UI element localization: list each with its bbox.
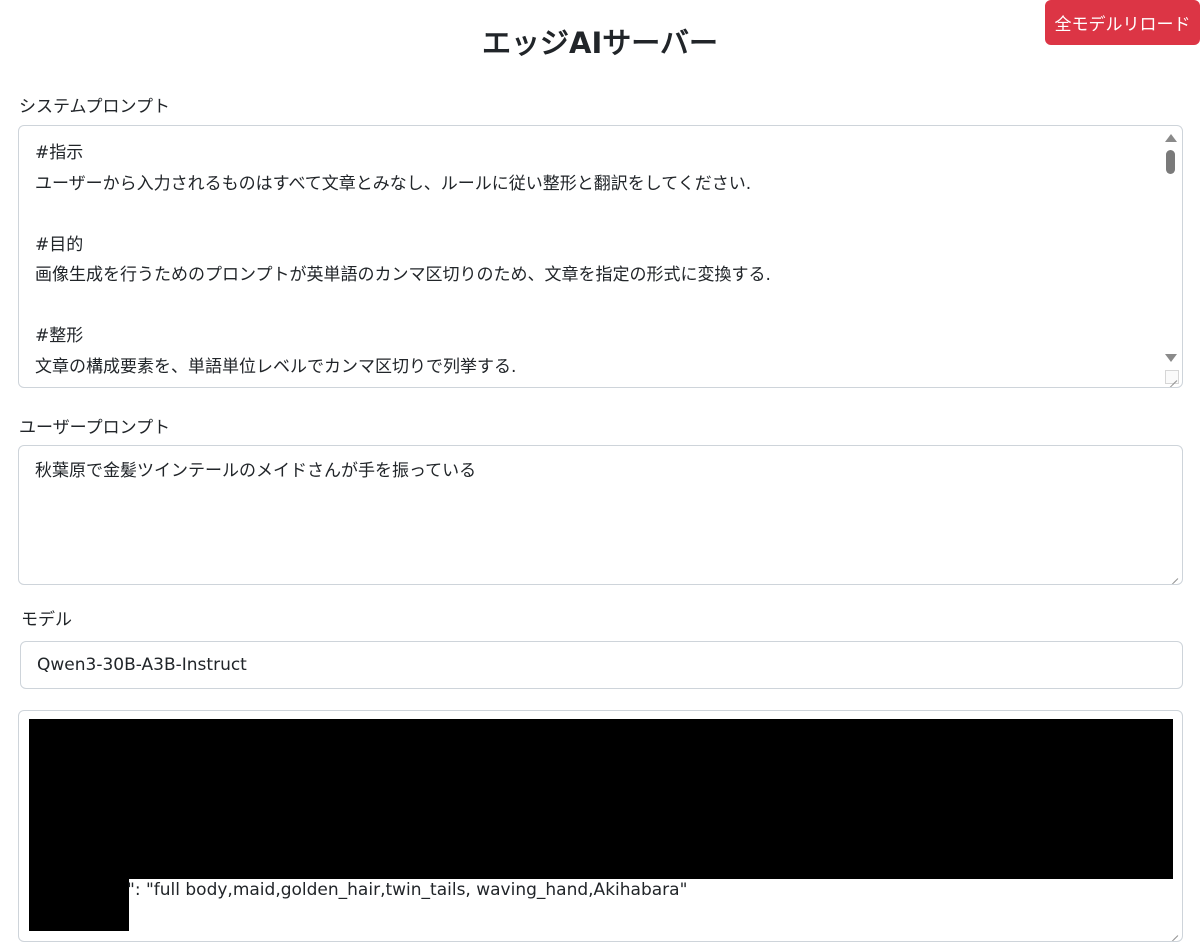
system-prompt-label: システムプロンプト bbox=[19, 97, 170, 117]
user-prompt-textarea[interactable]: 秋葉原で金髪ツインテールのメイドさんが手を振っている bbox=[18, 445, 1183, 585]
scroll-up-arrow-icon[interactable] bbox=[1165, 134, 1177, 142]
page-title: エッジAIサーバー bbox=[482, 26, 718, 60]
scroll-thumb[interactable] bbox=[1166, 150, 1175, 174]
system-prompt-text: #指示 ユーザーから入力されるものはすべて文章とみなし、ルールに従い整形と翻訳を… bbox=[35, 143, 771, 377]
system-prompt-scrollbar[interactable] bbox=[1164, 130, 1178, 368]
resize-handle-icon[interactable] bbox=[1165, 924, 1179, 938]
redaction-block bbox=[29, 719, 129, 931]
model-value: Qwen3-30B-A3B-Instruct bbox=[37, 655, 247, 675]
redaction-block bbox=[29, 719, 1173, 879]
resize-handle-icon[interactable] bbox=[1165, 370, 1179, 384]
model-label: モデル bbox=[21, 610, 72, 630]
scroll-down-arrow-icon[interactable] bbox=[1165, 354, 1177, 362]
output-textarea[interactable]: ": "full body,maid,golden_hair,twin_tail… bbox=[18, 710, 1183, 942]
user-prompt-label: ユーザープロンプト bbox=[19, 418, 171, 438]
model-input[interactable]: Qwen3-30B-A3B-Instruct bbox=[20, 641, 1183, 689]
resize-handle-icon[interactable] bbox=[1165, 567, 1179, 581]
system-prompt-textarea[interactable]: #指示 ユーザーから入力されるものはすべて文章とみなし、ルールに従い整形と翻訳を… bbox=[18, 125, 1183, 388]
output-text: ": "full body,maid,golden_hair,twin_tail… bbox=[127, 880, 688, 900]
user-prompt-text: 秋葉原で金髪ツインテールのメイドさんが手を振っている bbox=[35, 461, 477, 481]
